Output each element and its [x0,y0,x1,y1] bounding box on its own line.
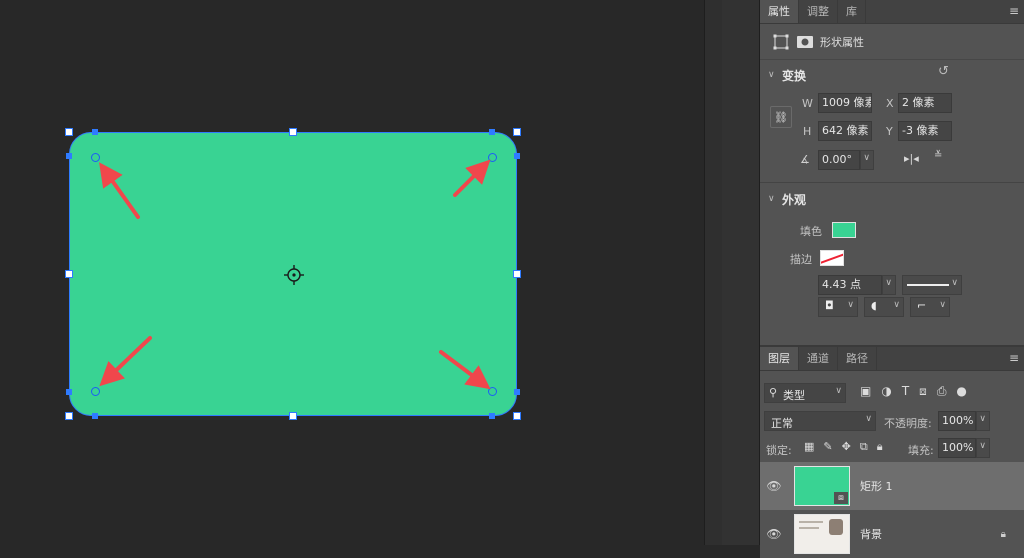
stroke-width-field[interactable]: 4.43 点 [818,275,882,295]
stroke-color-swatch[interactable] [820,250,844,266]
transform-section-header[interactable]: ∨ 变换 [760,62,1024,88]
layer-row-background[interactable]: 👁︎ 背景 🔒︎ [760,510,1024,558]
layers-tabs: 图层 通道 路径 ≡ [760,347,1024,371]
layer-name[interactable]: 矩形 1 [860,478,893,494]
hamburger-icon[interactable]: ≡ [1004,347,1024,370]
chevron-down-icon: ∨ [768,70,775,80]
opacity-field[interactable]: 100% [938,411,976,431]
fill-opacity-field[interactable]: 100% [938,438,976,458]
shape-properties-header: 形状属性 [760,24,1024,60]
arrow-top-right [453,159,491,197]
y-field[interactable]: -3 像素 [898,121,952,141]
blend-mode-value: 正常 [771,417,793,430]
lock-label: 锁定: [766,444,792,457]
arrow-bottom-left [99,336,152,387]
eye-icon[interactable]: 👁︎ [760,479,788,493]
collapsed-panel-strip [722,0,760,545]
text-filter-icon[interactable]: T [902,384,909,399]
filter-toggle-icon[interactable]: ● [956,384,966,399]
lock-paint-icon[interactable]: ✎ [823,440,832,454]
adjustment-filter-icon[interactable]: ◑ [881,384,891,399]
stroke-label: 描边 [790,253,812,266]
filter-icons: ▣ ◑ T ⧈ ⎙ ● [860,384,967,399]
mask-icon [797,35,813,48]
layer-thumbnail: ⧈ [794,466,850,506]
angle-icon: ∡ [800,153,810,166]
chevron-down-icon: ∨ [768,194,775,204]
smart-object-filter-icon[interactable]: ⎙ [937,384,947,399]
lock-icons: ▦ ✎ ✥ ⧉ 🔒︎ [804,440,883,454]
opacity-dropdown[interactable]: ∨ [976,411,990,431]
shape-layer-icon: ⧈ [834,492,848,504]
appearance-title: 外观 [782,192,807,207]
eye-icon[interactable]: 👁︎ [760,527,788,541]
lock-position-icon[interactable]: ✥ [842,440,851,454]
flip-vertical-icon[interactable]: ≚ [934,150,942,161]
angle-field[interactable]: 0.00° [818,150,860,170]
h-label: H [803,125,812,138]
appearance-section-header[interactable]: ∨ 外观 [760,186,1024,212]
angle-dropdown[interactable]: ∨ [860,150,874,170]
w-label: W [802,97,813,110]
lock-all-icon[interactable]: 🔒︎ [877,440,883,454]
fill-color-swatch[interactable] [832,222,856,238]
layer-filter-label: 类型 [783,389,805,402]
tab-libraries[interactable]: 库 [838,0,866,23]
properties-tabs: 属性 调整 库 ≡ [760,0,1024,24]
lock-artboard-icon[interactable]: ⧉ [860,440,868,454]
annotation-arrows [99,159,491,390]
stroke-align-dropdown[interactable]: ◘ ∨ [818,297,858,317]
stroke-corners-dropdown[interactable]: ⌐ ∨ [910,297,950,317]
properties-panel: 属性 调整 库 ≡ 形状属性 ∨ 变换 ↺ ⛓ W 1009 像素 X 2 像素… [760,0,1024,558]
link-icon[interactable]: ⛓ [770,106,792,128]
stroke-type-dropdown[interactable]: ∨ [902,275,962,295]
stroke-width-dropdown[interactable]: ∨ [882,275,896,295]
image-filter-icon[interactable]: ▣ [860,384,871,399]
y-label: Y [886,125,893,138]
layer-name[interactable]: 背景 [860,526,882,542]
fill-opacity-label: 填充: [908,444,934,457]
x-label: X [886,97,894,110]
search-icon: ⚲ [769,386,778,399]
fill-opacity-dropdown[interactable]: ∨ [976,438,990,458]
layer-filter-dropdown[interactable]: ⚲ 类型 ∨ [764,383,846,403]
width-field[interactable]: 1009 像素 [818,93,872,113]
shape-filter-icon[interactable]: ⧈ [919,384,927,399]
height-field[interactable]: 642 像素 [818,121,872,141]
arrow-bottom-right [439,350,491,390]
stroke-caps-dropdown[interactable]: ◖ ∨ [864,297,904,317]
tab-properties[interactable]: 属性 [760,0,799,23]
tab-layers[interactable]: 图层 [760,347,799,370]
lock-icon: 🔒︎ [1000,528,1006,540]
layer-row-rectangle[interactable]: 👁︎ ⧈ 矩形 1 [760,462,1024,510]
panel-gutter [704,0,722,545]
arrow-top-left [99,162,140,219]
shape-properties-label: 形状属性 [820,35,864,49]
x-field[interactable]: 2 像素 [898,93,952,113]
layer-thumbnail [794,514,850,554]
live-shape-icon [773,34,789,49]
hamburger-icon[interactable]: ≡ [1004,0,1024,23]
blend-mode-dropdown[interactable]: 正常 ∨ [764,411,876,431]
tab-adjustments[interactable]: 调整 [799,0,838,23]
opacity-label: 不透明度: [884,417,932,430]
document-canvas[interactable] [0,0,704,545]
reset-icon[interactable]: ↺ [938,64,949,79]
transform-title: 变换 [782,68,807,83]
flip-horizontal-icon[interactable]: ▸|◂ [904,152,919,165]
tab-paths[interactable]: 路径 [838,347,877,370]
fill-label: 填色 [800,225,822,238]
tab-channels[interactable]: 通道 [799,347,838,370]
lock-transparent-icon[interactable]: ▦ [804,440,814,454]
